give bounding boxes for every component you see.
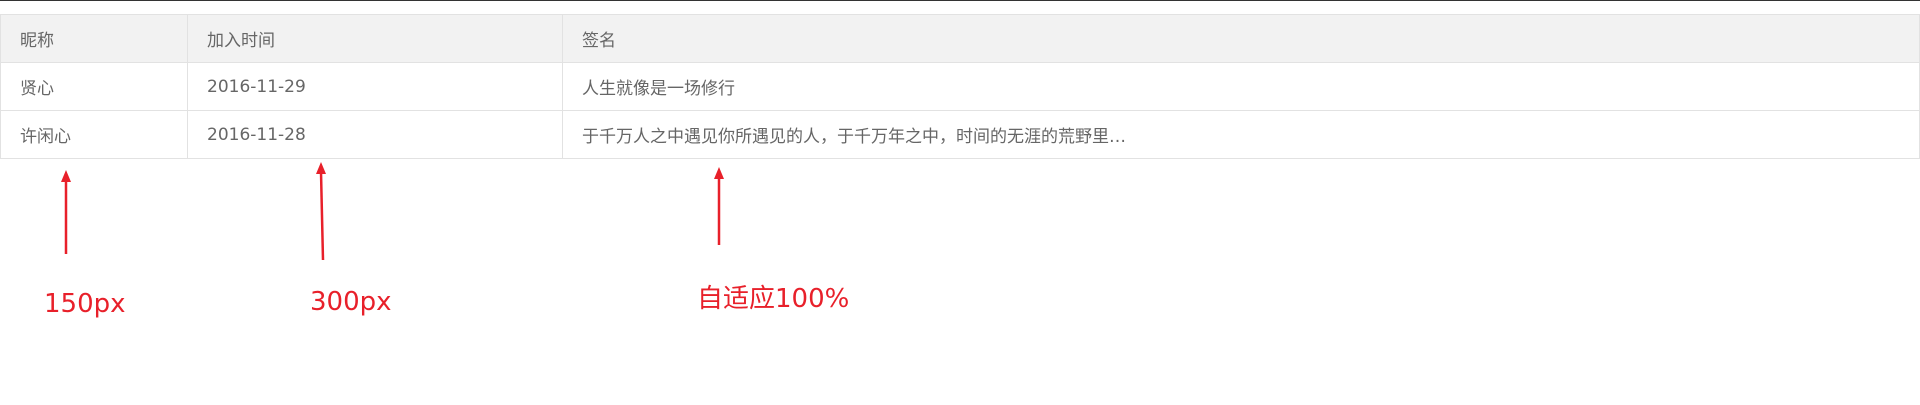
cell-join-time: 2016-11-28 [187,110,563,159]
cell-join-time: 2016-11-29 [187,62,563,111]
annotation-col3-width: 自适应100% [697,284,850,314]
data-table-container: 昵称 加入时间 签名 贤心 2016-11-29 人生就像是一场修行 许闲心 2… [0,14,1920,159]
table-row[interactable]: 贤心 2016-11-29 人生就像是一场修行 [0,62,1920,111]
arrow-up-icon [714,167,724,245]
annotation-col2-width: 300px [310,287,392,317]
table-row[interactable]: 许闲心 2016-11-28 于千万人之中遇见你所遇见的人，于千万年之中，时间的… [0,110,1920,159]
column-header-signature[interactable]: 签名 [562,14,1920,63]
column-header-join-time[interactable]: 加入时间 [187,14,563,63]
column-header-nickname[interactable]: 昵称 [0,14,188,63]
cell-signature: 人生就像是一场修行 [562,62,1920,111]
table-header-row: 昵称 加入时间 签名 [0,14,1920,63]
cell-signature: 于千万人之中遇见你所遇见的人，于千万年之中，时间的无涯的荒野里… [562,110,1920,159]
cell-nickname: 许闲心 [0,110,188,159]
arrow-up-icon [316,162,326,261]
data-table: 昵称 加入时间 签名 贤心 2016-11-29 人生就像是一场修行 许闲心 2… [0,14,1920,159]
cell-nickname: 贤心 [0,62,188,111]
top-divider [0,0,1920,1]
annotation-col1-width: 150px [44,289,126,319]
arrow-up-icon [61,170,71,254]
